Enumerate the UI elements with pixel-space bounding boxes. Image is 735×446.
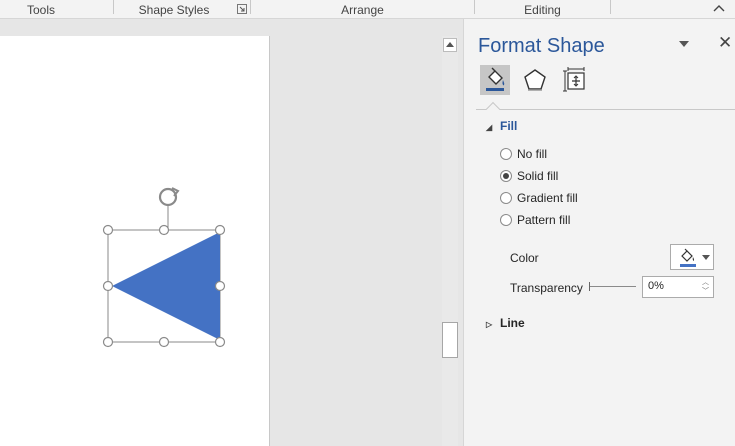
line-section-label: Line — [500, 316, 525, 330]
transparency-slider[interactable] — [590, 286, 636, 287]
paint-bucket-icon — [486, 67, 505, 91]
transparency-value: 0% — [648, 280, 664, 292]
resize-handle[interactable] — [102, 336, 114, 348]
radio-gradient-fill[interactable]: Gradient fill — [500, 189, 578, 207]
rotate-handle-icon[interactable] — [158, 187, 180, 207]
resize-handle[interactable] — [214, 280, 226, 292]
ribbon-separator — [610, 0, 611, 14]
tab-size-properties[interactable] — [560, 65, 590, 95]
scroll-up-button[interactable] — [443, 38, 457, 52]
tab-fill-line[interactable] — [480, 65, 510, 95]
line-section-header[interactable]: ▷ Line — [486, 316, 525, 330]
resize-handle[interactable] — [214, 224, 226, 236]
format-shape-pane: Format Shape ✕ ◢ Fill No fill Solid fill… — [463, 19, 735, 446]
radio-label: Gradient fill — [517, 191, 578, 205]
collapse-ribbon-icon[interactable] — [713, 4, 725, 12]
resize-handle[interactable] — [214, 336, 226, 348]
scroll-thumb[interactable] — [442, 322, 458, 358]
arrow-up-icon — [446, 42, 454, 47]
pane-title: Format Shape — [478, 35, 605, 57]
size-properties-icon — [563, 67, 585, 92]
close-icon[interactable]: ✕ — [718, 33, 732, 53]
pane-options-dropdown-icon[interactable] — [678, 39, 690, 49]
ribbon-group-arrange: Arrange — [341, 3, 384, 17]
spin-up-icon[interactable]: ︿ — [702, 278, 709, 287]
tab-effects[interactable] — [520, 65, 550, 95]
radio-button[interactable] — [500, 148, 512, 160]
color-label: Color — [510, 251, 539, 265]
vertical-scrollbar[interactable] — [442, 36, 458, 446]
ribbon-group-labels: Tools Shape Styles Arrange Editing — [0, 0, 735, 19]
expanded-triangle-icon: ◢ — [486, 123, 493, 132]
radio-label: Solid fill — [517, 169, 559, 183]
paint-bucket-icon — [681, 248, 695, 262]
radio-label: Pattern fill — [517, 213, 571, 227]
radio-pattern-fill[interactable]: Pattern fill — [500, 211, 570, 229]
tab-indicator — [485, 101, 501, 117]
resize-handle[interactable] — [158, 336, 170, 348]
resize-handle[interactable] — [158, 224, 170, 236]
transparency-spinner[interactable]: 0% ︿ ﹀ — [642, 276, 714, 298]
triangle-shape[interactable] — [112, 232, 220, 340]
radio-button[interactable] — [500, 192, 512, 204]
radio-button-selected[interactable] — [500, 170, 512, 182]
ribbon-group-editing: Editing — [524, 3, 561, 17]
tab-divider — [476, 109, 735, 110]
collapsed-triangle-icon: ▷ — [486, 320, 493, 329]
radio-no-fill[interactable]: No fill — [500, 145, 547, 163]
resize-handle[interactable] — [102, 224, 114, 236]
radio-button[interactable] — [500, 214, 512, 226]
color-swatch — [680, 264, 696, 267]
ribbon-group-shape-styles: Shape Styles — [138, 3, 210, 17]
chevron-down-icon — [702, 255, 710, 260]
radio-solid-fill[interactable]: Solid fill — [500, 167, 558, 185]
dialog-launcher-icon[interactable] — [237, 4, 247, 14]
radio-label: No fill — [517, 147, 548, 161]
fill-section-header[interactable]: ◢ Fill — [486, 119, 517, 133]
spinner-arrows[interactable]: ︿ ﹀ — [702, 278, 709, 296]
fill-section-label: Fill — [500, 119, 518, 133]
spin-down-icon[interactable]: ﹀ — [702, 287, 709, 296]
pentagon-icon — [524, 69, 546, 91]
ribbon-group-tools: Tools — [26, 3, 55, 17]
resize-handle[interactable] — [102, 280, 114, 292]
document-area — [0, 19, 463, 446]
transparency-label: Transparency — [510, 281, 583, 295]
selected-triangle-shape[interactable] — [96, 185, 236, 355]
fill-color-picker-button[interactable] — [670, 244, 714, 270]
